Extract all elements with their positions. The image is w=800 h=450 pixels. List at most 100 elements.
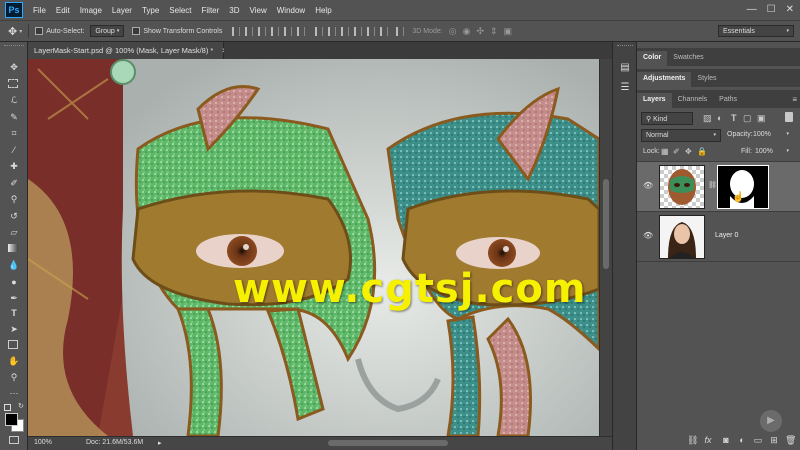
filter-toggle-icon[interactable] [785,112,793,122]
align-vcenter-icon[interactable] [245,26,254,36]
zoom-level[interactable]: 100% [34,439,52,446]
menu-filter[interactable]: Filter [202,6,220,15]
close-button[interactable]: ✕ [786,4,794,15]
workspace-switcher[interactable]: Essentials ▾ [718,25,794,37]
blend-mode-dropdown[interactable]: Normal ▾ [641,129,721,142]
edit-toolbar-icon[interactable]: ··· [8,388,20,399]
gradient-tool-icon[interactable] [8,244,18,252]
lock-image-icon[interactable]: ✐ [673,147,680,156]
fill-field[interactable]: 100% ▾ [753,146,791,159]
auto-select-checkbox[interactable] [35,27,44,35]
tab-color[interactable]: Color [637,51,668,66]
show-transform-checkbox[interactable] [132,27,141,35]
healing-brush-tool-icon[interactable]: ✚ [8,161,20,172]
lasso-tool-icon[interactable]: ℒ [8,95,20,106]
menu-select[interactable]: Select [169,6,191,15]
link-layers-icon[interactable]: ⛓ [687,435,698,445]
menu-3d[interactable]: 3D [229,6,239,15]
vertical-scrollbar[interactable] [599,59,612,436]
menu-file[interactable]: File [33,6,46,15]
layer-thumbnail[interactable] [659,165,705,209]
foreground-color-swatch[interactable] [5,413,18,426]
clone-stamp-tool-icon[interactable]: ⚲ [8,194,20,205]
align-left-icon[interactable] [271,26,280,36]
filter-shape-icon[interactable]: ▢ [743,113,752,124]
layer-thumbnail[interactable] [659,215,705,259]
new-layer-icon[interactable]: ⊞ [769,435,779,445]
move-tool-icon[interactable]: ✥ [8,62,20,73]
history-brush-tool-icon[interactable]: ↺ [8,211,20,222]
type-tool-icon[interactable]: T [8,308,20,319]
auto-align-icon[interactable] [396,26,405,36]
menu-help[interactable]: Help [315,6,331,15]
distribute-hcenter-icon[interactable] [367,26,376,36]
path-select-tool-icon[interactable]: ➤ [8,324,20,335]
tab-styles[interactable]: Styles [691,72,722,87]
properties-panel-icon[interactable]: ☰ [619,82,631,94]
layer-name-layer0[interactable]: Layer 0 [715,232,738,239]
minimize-button[interactable]: — [747,4,757,15]
layer-row-layer0[interactable]: 👁 Layer 0 [637,212,800,262]
crop-tool-icon[interactable]: ⌗ [8,128,20,139]
lock-all-icon[interactable]: 🔒 [697,147,707,156]
tab-layers[interactable]: Layers [637,93,672,108]
layer-filter-dropdown[interactable]: ⚲ Kind [641,112,693,125]
vertical-scroll-thumb[interactable] [603,179,609,269]
tab-paths[interactable]: Paths [713,93,743,108]
swap-colors-icon[interactable]: ↻ [18,402,24,410]
auto-select-dropdown[interactable]: Group ▾ [90,25,125,37]
delete-layer-icon[interactable]: 🗑 [785,435,796,445]
tools-collapse-grip[interactable] [4,45,24,48]
maximize-button[interactable]: ☐ [767,4,776,15]
document-size[interactable]: Doc: 21.6M/53.6M [86,439,143,446]
eye-icon[interactable]: 👁 [643,181,653,190]
3d-scale-icon[interactable]: ▣ [504,26,513,37]
opacity-field[interactable]: 100% ▾ [751,129,791,142]
document-tab[interactable]: LayerMask-Start.psd @ 100% (Mask, Layer … [28,42,228,59]
align-bottom-icon[interactable] [258,26,267,36]
move-tool-preset-icon[interactable]: ✥ [8,25,17,38]
mask-link-icon[interactable]: ⛓ [708,181,717,189]
distribute-top-icon[interactable] [315,26,324,36]
filter-smart-object-icon[interactable]: ▣ [757,113,766,124]
align-top-icon[interactable] [232,26,241,36]
filter-pixel-icon[interactable]: ▨ [703,113,712,124]
align-right-icon[interactable] [297,26,306,36]
dock-grip[interactable] [617,45,633,48]
3d-slide-icon[interactable]: ⇕ [490,26,498,37]
default-colors-icon[interactable] [4,404,11,411]
distribute-vcenter-icon[interactable] [328,26,337,36]
menu-layer[interactable]: Layer [112,6,132,15]
hand-tool-icon[interactable]: ✋ [8,356,20,367]
layer-row-mask[interactable]: 👁 ⛓ ☝ [637,162,800,212]
marquee-tool-icon[interactable] [8,79,18,88]
document-canvas[interactable]: www.cgtsj.com [28,59,599,436]
menu-edit[interactable]: Edit [56,6,70,15]
horizontal-scroll-thumb[interactable] [328,440,448,446]
filter-adjustment-icon[interactable]: ◐ [717,113,722,123]
layer-style-icon[interactable]: fx [703,435,713,445]
distribute-left-icon[interactable] [354,26,363,36]
chevron-right-icon[interactable]: ▸ [158,439,162,447]
history-panel-icon[interactable]: ▤ [619,62,631,74]
eraser-tool-icon[interactable]: ▱ [8,227,20,238]
tab-channels[interactable]: Channels [672,93,714,108]
menu-image[interactable]: Image [80,6,102,15]
panel-menu-icon[interactable]: ≡ [792,95,797,104]
3d-orbit-icon[interactable]: ◎ [449,26,457,37]
zoom-tool-icon[interactable]: ⚲ [8,372,20,383]
menu-type[interactable]: Type [142,6,159,15]
eyedropper-tool-icon[interactable]: ⁄ [8,145,20,156]
3d-pan-icon[interactable]: ✣ [476,26,484,37]
quick-mask-icon[interactable] [9,436,19,444]
brush-tool-icon[interactable]: ✐ [8,178,20,189]
new-group-icon[interactable]: ▭ [753,435,763,445]
distribute-bottom-icon[interactable] [341,26,350,36]
menu-window[interactable]: Window [277,6,305,15]
adjustment-layer-icon[interactable]: ◐ [737,435,747,445]
lock-transparent-icon[interactable]: ▦ [661,147,669,156]
tab-swatches[interactable]: Swatches [667,51,709,66]
pen-tool-icon[interactable]: ✒ [8,293,20,304]
layer-mask-thumbnail[interactable]: ☝ [717,165,769,209]
tab-adjustments[interactable]: Adjustments [637,72,692,87]
